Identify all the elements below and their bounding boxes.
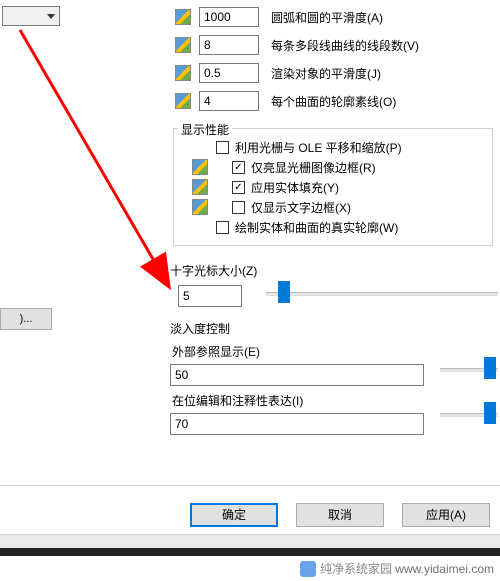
color-swatch-icon <box>192 179 208 195</box>
inplace-edit-input[interactable] <box>170 413 424 435</box>
color-swatch-icon <box>192 199 208 215</box>
pan-zoom-label: 利用光栅与 OLE 平移和缩放(P) <box>235 139 402 156</box>
pan-zoom-checkbox[interactable] <box>216 141 229 154</box>
arc-smoothness-input[interactable] <box>199 7 259 27</box>
taskbar-strip <box>0 548 500 556</box>
resolution-row: 渲染对象的平滑度(J) <box>175 62 381 84</box>
render-smoothness-label: 渲染对象的平滑度(J) <box>271 65 381 82</box>
color-swatch-icon <box>175 93 191 109</box>
separator <box>0 485 500 486</box>
crosshair-title: 十字光标大小(Z) <box>170 262 257 279</box>
text-frame-label: 仅显示文字边框(X) <box>251 199 351 216</box>
arc-smoothness-label: 圆弧和圆的平滑度(A) <box>271 9 383 26</box>
polyline-segments-input[interactable] <box>199 35 259 55</box>
inplace-edit-label: 在位编辑和注释性表达(I) <box>172 392 496 409</box>
crosshair-group: 十字光标大小(Z) <box>170 262 257 307</box>
xref-display-input[interactable] <box>170 364 424 386</box>
inplace-slider-thumb[interactable] <box>484 402 496 424</box>
resolution-row: 圆弧和圆的平滑度(A) <box>175 6 383 28</box>
fade-control-title: 淡入度控制 <box>170 320 496 337</box>
watermark-url: www.yidaimei.com <box>395 562 494 576</box>
generic-dropdown[interactable] <box>2 6 60 26</box>
surface-isolines-input[interactable] <box>199 91 259 111</box>
solid-fill-label: 应用实体填充(Y) <box>251 179 339 196</box>
xref-slider-thumb[interactable] <box>484 357 496 379</box>
cancel-button[interactable]: 取消 <box>296 503 384 527</box>
raster-frame-checkbox[interactable] <box>232 161 245 174</box>
true-silhouette-label: 绘制实体和曲面的真实轮廓(W) <box>235 219 398 236</box>
raster-frame-label: 仅亮显光栅图像边框(R) <box>251 159 376 176</box>
apply-button[interactable]: 应用(A) <box>402 503 490 527</box>
fade-control-group: 淡入度控制 外部参照显示(E) 在位编辑和注释性表达(I) <box>170 320 496 435</box>
xref-display-label: 外部参照显示(E) <box>172 343 496 360</box>
render-smoothness-input[interactable] <box>199 63 259 83</box>
status-bar <box>0 534 500 548</box>
display-performance-group: 显示性能 利用光栅与 OLE 平移和缩放(P) 仅亮显光栅图像边框(R) 应用实… <box>173 128 493 246</box>
color-swatch-icon <box>175 9 191 25</box>
crosshair-slider-track[interactable] <box>266 292 498 296</box>
color-swatch-icon <box>175 37 191 53</box>
watermark: 纯净系统家园 www.yidaimei.com <box>300 560 494 577</box>
display-performance-legend: 显示性能 <box>178 121 232 138</box>
crosshair-size-input[interactable] <box>178 285 242 307</box>
color-swatch-icon <box>192 159 208 175</box>
true-silhouette-checkbox[interactable] <box>216 221 229 234</box>
color-swatch-icon <box>175 65 191 81</box>
resolution-row: 每条多段线曲线的线段数(V) <box>175 34 419 56</box>
ok-button[interactable]: 确定 <box>190 503 278 527</box>
left-options-button[interactable]: )... <box>0 308 52 330</box>
crosshair-slider-thumb[interactable] <box>278 281 290 303</box>
surface-isolines-label: 每个曲面的轮廓素线(O) <box>271 93 396 110</box>
watermark-brand: 纯净系统家园 <box>320 562 392 576</box>
solid-fill-checkbox[interactable] <box>232 181 245 194</box>
text-frame-checkbox[interactable] <box>232 201 245 214</box>
polyline-segments-label: 每条多段线曲线的线段数(V) <box>271 37 419 54</box>
watermark-logo-icon <box>300 561 316 577</box>
resolution-row: 每个曲面的轮廓素线(O) <box>175 90 396 112</box>
